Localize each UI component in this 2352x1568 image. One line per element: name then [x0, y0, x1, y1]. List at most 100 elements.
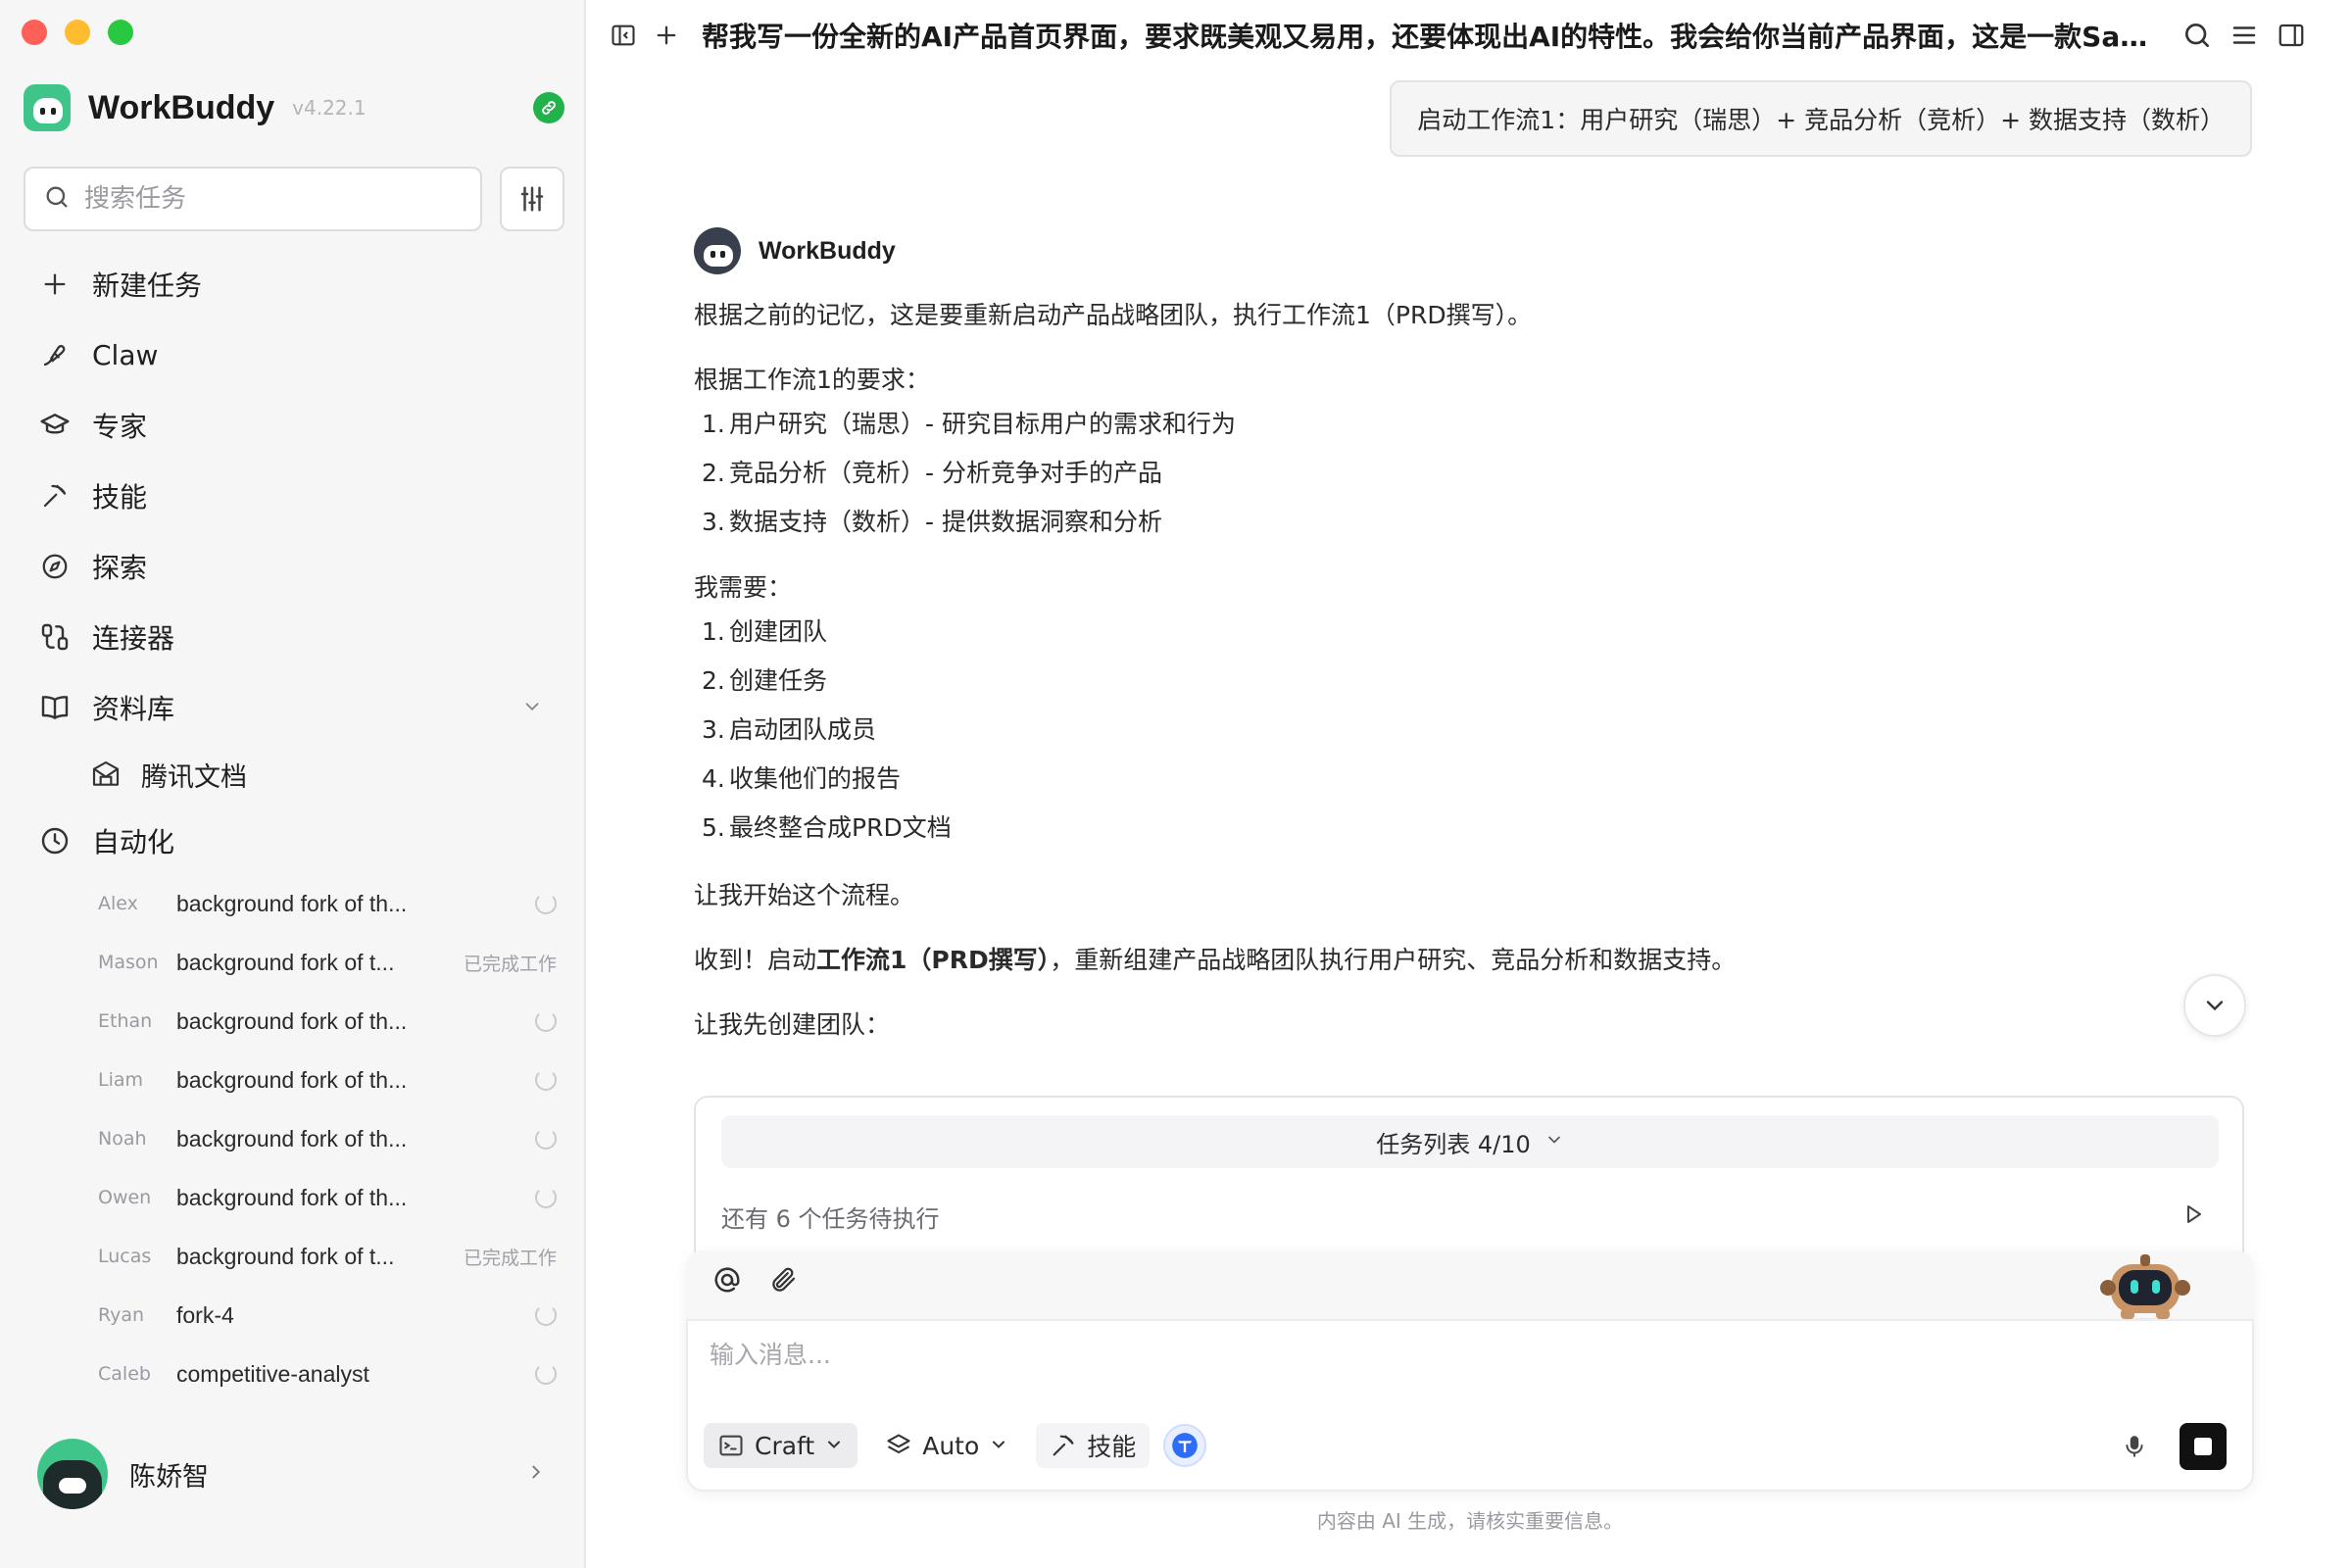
- menu-icon[interactable]: [2227, 18, 2262, 53]
- loading-spinner-icon: [535, 1010, 557, 1032]
- user-profile[interactable]: 陈娇智: [37, 1439, 547, 1509]
- minimize-window-button[interactable]: [65, 20, 90, 45]
- list-item[interactable]: Liam background fork of th...: [0, 1051, 586, 1109]
- sidebar-item-automation[interactable]: 自动化: [24, 806, 564, 876]
- app-name: WorkBuddy: [88, 88, 275, 126]
- agent-name: Noah: [98, 1128, 147, 1150]
- chevron-down-icon[interactable]: [521, 692, 543, 724]
- microphone-icon[interactable]: [2117, 1429, 2152, 1464]
- task-list-toggle[interactable]: 任务列表 4/10: [721, 1115, 2219, 1168]
- stop-button[interactable]: [2180, 1423, 2227, 1470]
- sidebar-item-tencent-docs[interactable]: 腾讯文档: [24, 743, 564, 806]
- loading-spinner-icon: [535, 1363, 557, 1385]
- list-item: 5. 最终整合成PRD文档: [702, 813, 952, 842]
- sidebar-item-explore[interactable]: 探索: [24, 531, 564, 602]
- sidebar-item-experts[interactable]: 专家: [24, 390, 564, 461]
- chevron-down-icon: [989, 1432, 1008, 1460]
- stop-icon: [2194, 1438, 2212, 1455]
- agent-name: Ryan: [98, 1304, 145, 1326]
- agent-badge-icon[interactable]: [1163, 1424, 1207, 1467]
- sidebar-item-claw[interactable]: Claw: [24, 319, 564, 390]
- attachment-icon[interactable]: [766, 1262, 802, 1298]
- mention-icon[interactable]: [710, 1262, 745, 1298]
- sidebar-item-label: Claw: [92, 338, 159, 371]
- sidebar-item-label: 资料库: [92, 693, 175, 725]
- list-item[interactable]: Alex background fork of th...: [0, 874, 586, 933]
- message-paragraph: 让我开始这个流程。: [694, 881, 915, 909]
- chevron-down-icon: [824, 1432, 844, 1460]
- chevron-right-icon: [525, 1461, 547, 1487]
- graduation-cap-icon: [37, 408, 73, 443]
- sidebar-nav: 新建任务 Claw 专家 技能 探索 连接器 资料库 腾讯文档 自动化: [24, 249, 564, 876]
- list-item: 3. 数据支持（数析）- 提供数据洞察和分析: [702, 508, 1162, 536]
- search-input[interactable]: [84, 184, 463, 214]
- user-message-bubble: 启动工作流1：用户研究（瑞思）+ 竞品分析（竞析）+ 数据支持（数析）: [1390, 80, 2252, 157]
- sidebar: WorkBuddy v4.22.1 新建任务 Claw: [0, 0, 586, 1568]
- user-message-text: 启动工作流1：用户研究（瑞思）+ 竞品分析（竞析）+ 数据支持（数析）: [1417, 106, 2225, 134]
- search-icon: [43, 183, 71, 215]
- user-name: 陈娇智: [129, 1461, 209, 1493]
- composer-toolbar: [710, 1262, 802, 1298]
- scroll-to-bottom-button[interactable]: [2183, 974, 2246, 1037]
- sidebar-item-label: 腾讯文档: [141, 761, 247, 793]
- list-item: 4. 收集他们的报告: [702, 764, 902, 793]
- task-title: background fork of t...: [176, 1243, 395, 1269]
- mode-dropdown[interactable]: Craft: [704, 1423, 858, 1468]
- loading-spinner-icon: [535, 1187, 557, 1208]
- maximize-window-button[interactable]: [108, 20, 133, 45]
- task-title: background fork of th...: [176, 1007, 408, 1034]
- close-window-button[interactable]: [22, 20, 47, 45]
- play-icon[interactable]: [2181, 1202, 2205, 1232]
- list-item[interactable]: Lucas background fork of t... 已完成工作: [0, 1227, 586, 1286]
- list-item[interactable]: Ethan background fork of th...: [0, 992, 586, 1051]
- list-item: 2. 竞品分析（竞析）- 分析竞争对手的产品: [702, 459, 1162, 487]
- task-list-header: 任务列表 4/10: [1376, 1130, 1531, 1158]
- composer-actions: [2117, 1423, 2227, 1470]
- list-item[interactable]: Mason background fork of t... 已完成工作: [0, 933, 586, 992]
- search-icon[interactable]: [2180, 18, 2215, 53]
- sidebar-item-library[interactable]: 资料库: [24, 672, 564, 743]
- skill-button[interactable]: 技能: [1036, 1423, 1151, 1468]
- filter-button[interactable]: [500, 167, 564, 231]
- top-bar: 帮我写一份全新的AI产品首页界面，要求既美观又易用，还要体现出AI的特性。我会给…: [588, 0, 2352, 71]
- list-item[interactable]: Ryan fork-4: [0, 1286, 586, 1345]
- search-row: [24, 167, 564, 231]
- message-input[interactable]: [710, 1341, 2082, 1369]
- sidebar-item-new-task[interactable]: 新建任务: [24, 249, 564, 319]
- loading-spinner-icon: [535, 1304, 557, 1326]
- new-chat-icon[interactable]: [649, 18, 684, 53]
- skill-label: 技能: [1087, 1433, 1137, 1461]
- sidebar-item-skills[interactable]: 技能: [24, 461, 564, 531]
- task-title: background fork of th...: [176, 1066, 408, 1093]
- search-box[interactable]: [24, 167, 482, 231]
- model-dropdown[interactable]: Auto: [871, 1423, 1022, 1468]
- panel-right-icon[interactable]: [2274, 18, 2309, 53]
- pending-tasks-row: 还有 6 个任务待执行: [721, 1200, 2219, 1234]
- list-item[interactable]: Noah background fork of th...: [0, 1109, 586, 1168]
- list-item[interactable]: Owen background fork of th...: [0, 1168, 586, 1227]
- composer-input-area: Craft Auto 技能: [686, 1319, 2254, 1492]
- assistant-name: WorkBuddy: [759, 236, 896, 265]
- avatar: [37, 1439, 108, 1509]
- toggle-sidebar-icon[interactable]: [606, 18, 641, 53]
- claw-icon: [37, 337, 73, 372]
- loading-spinner-icon: [535, 1128, 557, 1150]
- window-controls: [22, 20, 133, 45]
- mode-label: Craft: [755, 1431, 815, 1460]
- pending-tasks-text: 还有 6 个任务待执行: [721, 1205, 940, 1233]
- task-title: background fork of th...: [176, 1184, 408, 1210]
- assistant-message: WorkBuddy 根据之前的记忆，这是要重新启动产品战略团队，执行工作流1（P…: [694, 227, 2262, 1045]
- list-item: 3. 启动团队成员: [702, 715, 877, 744]
- assistant-avatar: [694, 227, 741, 274]
- message-paragraph: 让我先创建团队：: [694, 1010, 891, 1039]
- clock-icon: [37, 823, 73, 858]
- link-status-icon[interactable]: [533, 92, 564, 123]
- list-item: 1. 创建团队: [702, 617, 828, 646]
- sidebar-item-connectors[interactable]: 连接器: [24, 602, 564, 672]
- agent-name: Lucas: [98, 1246, 152, 1267]
- list-item[interactable]: Caleb competitive-analyst: [0, 1345, 586, 1403]
- status-text: 已完成工作: [463, 1247, 557, 1269]
- message-paragraph: 我需要：: [694, 573, 793, 602]
- requirements-list: 1. 用户研究（瑞思）- 研究目标用户的需求和行为 2. 竞品分析（竞析）- 分析竞…: [694, 400, 2262, 547]
- task-title: background fork of th...: [176, 890, 408, 916]
